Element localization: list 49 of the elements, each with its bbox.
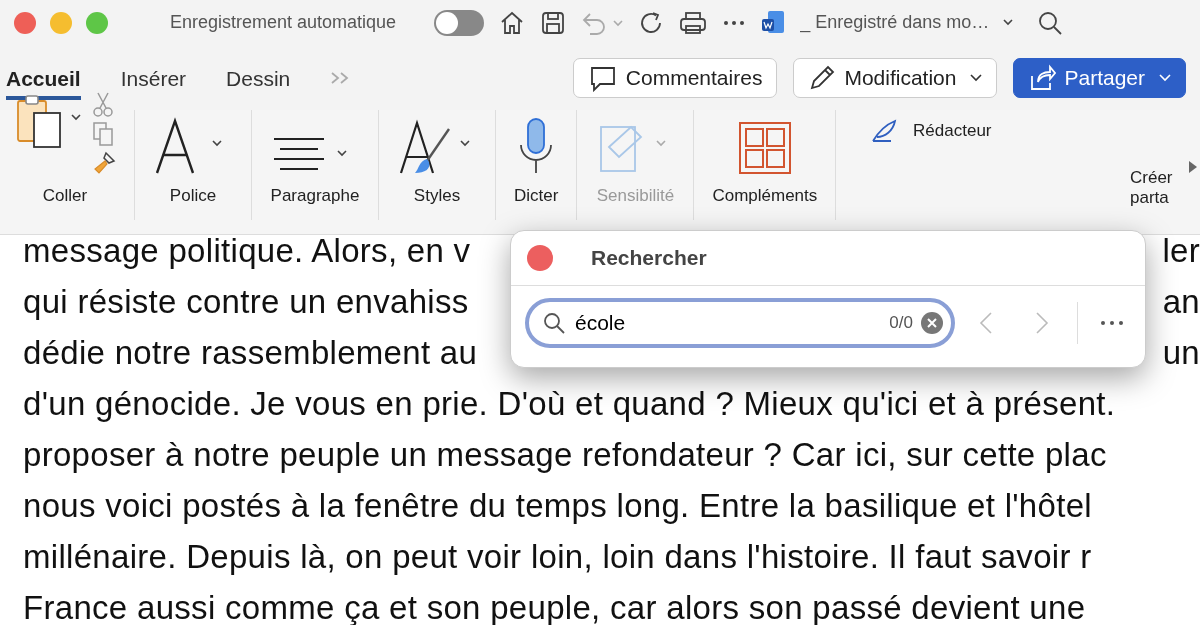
more-icon[interactable] — [722, 18, 747, 27]
create-share-button[interactable]: Créer parta — [1130, 168, 1182, 208]
search-icon[interactable] — [1037, 9, 1064, 36]
document-text: d'un génocide. Je vous en prie. D'où et quand ? Mieux qu'ici et à présent. — [23, 385, 1116, 422]
ribbon-tab[interactable]: Insérer — [120, 58, 187, 101]
document-text: un — [1162, 333, 1200, 373]
autosave-toggle[interactable] — [434, 9, 485, 36]
autosave-label: Enregistrement automatique — [170, 11, 397, 34]
document-text: nous voici postés à la fenêtre du temps long. Entre la basilique et l'hôtel — [23, 487, 1092, 524]
ribbon-label[interactable]: Coller — [42, 182, 88, 208]
caret-icon — [1159, 73, 1171, 82]
search-field[interactable]: école 0/0 — [525, 298, 955, 348]
document-text: ler — [1162, 235, 1200, 271]
chevron-icon[interactable] — [1003, 18, 1016, 27]
panel-title: Rechercher — [591, 245, 707, 272]
editor-button[interactable]: Rédacteur — [871, 118, 992, 144]
ribbon-label[interactable]: Dicter — [514, 182, 559, 208]
caret-icon — [970, 73, 983, 82]
brush-icon[interactable] — [92, 150, 116, 175]
pencil-icon — [808, 63, 837, 92]
document-text: an — [1162, 282, 1200, 322]
close-button[interactable] — [14, 11, 36, 34]
search-icon — [543, 312, 565, 334]
print-icon[interactable] — [678, 9, 709, 36]
save-icon[interactable] — [540, 9, 567, 36]
match-count: 0/0 — [889, 312, 913, 335]
editing-button[interactable]: Modification — [793, 57, 998, 98]
grid-icon[interactable] — [737, 120, 792, 175]
ribbon-label[interactable]: Police — [169, 182, 217, 208]
quill-icon — [871, 118, 898, 143]
share-button[interactable]: Partager — [1013, 57, 1186, 98]
close-button[interactable] — [527, 245, 553, 271]
document-text: dédie notre rassemblement au — [23, 334, 478, 371]
clear-icon[interactable] — [921, 312, 943, 334]
document-title[interactable]: _ Enregistré dans mo… — [800, 9, 990, 36]
share-icon — [1028, 63, 1057, 92]
scroll-right-icon[interactable] — [1188, 160, 1198, 174]
ribbon-label[interactable]: Paragraphe — [270, 182, 360, 208]
ribbon-label[interactable]: Styles — [413, 182, 461, 208]
document-text: message politique. Alors, en v — [23, 235, 471, 269]
scissors-icon[interactable] — [92, 90, 114, 117]
more-icon[interactable] — [1100, 320, 1124, 326]
comments-button[interactable]: Commentaires — [572, 57, 778, 98]
search-text[interactable]: école — [573, 306, 882, 340]
document-text: qui résiste contre un envahiss — [23, 283, 469, 320]
ribbon-tab[interactable]: Dessin — [226, 58, 291, 101]
ribbon-label[interactable]: Compléments — [712, 182, 818, 208]
document-text: millénaire. Depuis là, on peut voir loin, loin dans l'histoire. Il faut savoir r — [23, 538, 1092, 575]
document-text: proposer à notre peuple un message refondateur ? Car ici, sur cette plac — [23, 436, 1107, 473]
